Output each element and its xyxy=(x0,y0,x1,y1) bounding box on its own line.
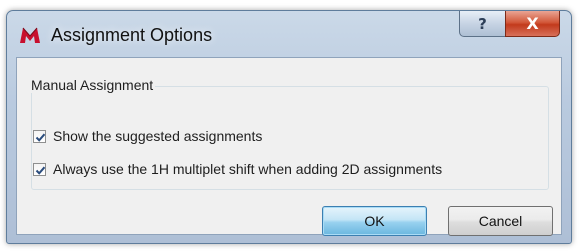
dialog-body: Manual Assignment Show the suggested ass… xyxy=(16,57,562,236)
dialog-title: Assignment Options xyxy=(51,25,213,45)
use-1h-multiplet-label: Always use the 1H multiplet shift when a… xyxy=(53,161,443,177)
ok-button[interactable]: OK xyxy=(322,206,427,236)
cancel-button[interactable]: Cancel xyxy=(448,206,553,236)
close-button[interactable]: X xyxy=(505,11,560,37)
use-1h-multiplet-checkbox[interactable] xyxy=(33,162,46,176)
show-suggested-label: Show the suggested assignments xyxy=(53,128,263,144)
ok-button-label: OK xyxy=(364,213,385,229)
cancel-button-label: Cancel xyxy=(478,213,523,229)
help-button[interactable]: ? xyxy=(459,11,506,37)
app-logo-icon xyxy=(19,26,41,44)
show-suggested-assignments-option[interactable]: Show the suggested assignments xyxy=(33,128,262,144)
checkmark-icon xyxy=(35,166,46,175)
show-suggested-checkbox[interactable] xyxy=(33,129,46,143)
group-label: Manual Assignment xyxy=(29,77,156,93)
title-bar[interactable]: Assignment Options ? X xyxy=(7,11,571,55)
help-icon: ? xyxy=(478,14,487,33)
close-icon: X xyxy=(526,14,539,33)
use-1h-multiplet-shift-option[interactable]: Always use the 1H multiplet shift when a… xyxy=(33,161,442,177)
checkmark-icon xyxy=(35,133,46,142)
dialog-window: Assignment Options ? X Manual Assignment… xyxy=(6,10,572,244)
